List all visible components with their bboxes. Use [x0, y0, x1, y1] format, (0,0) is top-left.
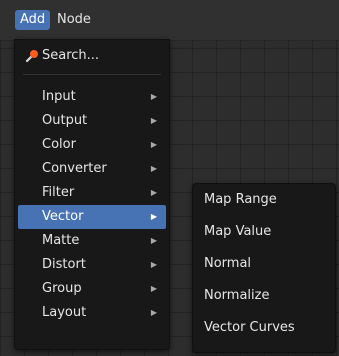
menu-item-label: Group — [42, 281, 82, 296]
menu-item-label: Input — [42, 89, 76, 104]
search-label: Search... — [42, 48, 100, 63]
submenu-arrow-icon: ▶ — [150, 212, 157, 221]
menu-item-label: Filter — [42, 185, 75, 200]
submenu-item-normal[interactable]: Normal — [196, 252, 332, 276]
node-menu-button[interactable]: Node — [52, 10, 96, 30]
menu-item-matte[interactable]: Matte ▶ — [18, 229, 166, 253]
submenu-arrow-icon: ▶ — [150, 308, 157, 317]
submenu-arrow-icon: ▶ — [150, 188, 157, 197]
menu-separator — [23, 74, 161, 75]
menu-item-label: Vector — [42, 209, 84, 224]
search-icon — [25, 50, 38, 63]
node-editor-header: Add Node — [0, 0, 339, 41]
menu-item-input[interactable]: Input ▶ — [18, 85, 166, 109]
submenu-arrow-icon: ▶ — [150, 284, 157, 293]
submenu-arrow-icon: ▶ — [150, 140, 157, 149]
add-menu-button[interactable]: Add — [15, 10, 51, 30]
search-menu-item[interactable]: Search... — [18, 44, 166, 68]
submenu-item-map-value[interactable]: Map Value — [196, 220, 332, 244]
submenu-arrow-icon: ▶ — [150, 236, 157, 245]
menu-item-group[interactable]: Group ▶ — [18, 277, 166, 301]
submenu-item-label: Map Value — [204, 224, 272, 239]
add-menu: Search... Input ▶ Output ▶ Color ▶ Conve… — [14, 39, 170, 350]
menu-item-label: Output — [42, 113, 88, 128]
submenu-arrow-icon: ▶ — [150, 116, 157, 125]
submenu-item-label: Normalize — [204, 288, 270, 303]
menu-item-label: Layout — [42, 305, 87, 320]
menu-item-label: Matte — [42, 233, 80, 248]
submenu-item-map-range[interactable]: Map Range — [196, 188, 332, 212]
menu-item-converter[interactable]: Converter ▶ — [18, 157, 166, 181]
submenu-arrow-icon: ▶ — [150, 260, 157, 269]
submenu-arrow-icon: ▶ — [150, 164, 157, 173]
submenu-item-label: Map Range — [204, 192, 277, 207]
menu-item-label: Color — [42, 137, 76, 152]
menu-item-layout[interactable]: Layout ▶ — [18, 301, 166, 325]
menu-item-output[interactable]: Output ▶ — [18, 109, 166, 133]
submenu-item-label: Vector Curves — [204, 320, 295, 335]
menu-item-vector[interactable]: Vector ▶ — [18, 205, 166, 229]
submenu-item-normalize[interactable]: Normalize — [196, 284, 332, 308]
menu-item-distort[interactable]: Distort ▶ — [18, 253, 166, 277]
submenu-arrow-icon: ▶ — [150, 92, 157, 101]
menu-item-filter[interactable]: Filter ▶ — [18, 181, 166, 205]
menu-item-label: Converter — [42, 161, 107, 176]
submenu-item-label: Normal — [204, 256, 252, 271]
vector-submenu: Map Range Map Value Normal Normalize Vec… — [192, 183, 336, 353]
menu-item-label: Distort — [42, 257, 86, 272]
menu-item-color[interactable]: Color ▶ — [18, 133, 166, 157]
submenu-item-vector-curves[interactable]: Vector Curves — [196, 316, 332, 340]
